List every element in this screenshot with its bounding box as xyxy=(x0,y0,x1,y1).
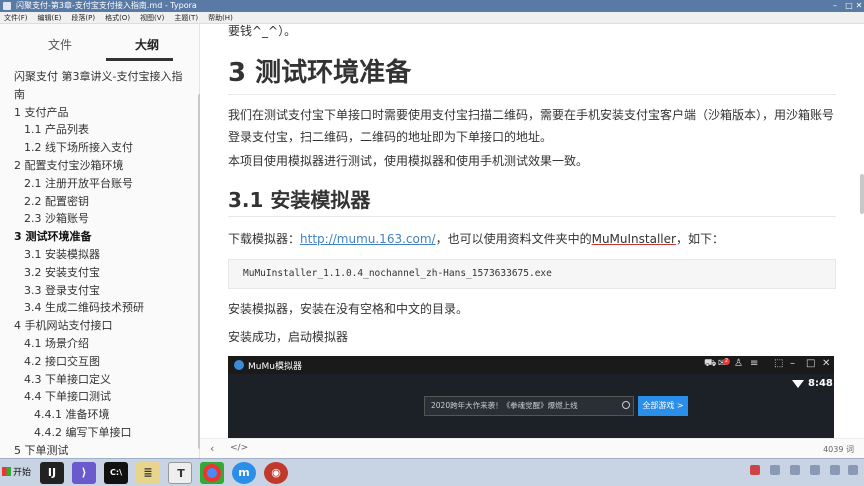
outline-item[interactable]: 4.3 下单接口定义 xyxy=(24,371,111,387)
network-icon[interactable] xyxy=(830,465,840,475)
menu-item[interactable]: 格式(O) xyxy=(105,12,130,24)
notepad-icon[interactable]: ≣ xyxy=(136,462,160,484)
status-bar: ‹ </> 4039 词 xyxy=(200,438,864,458)
outline-item[interactable]: 4 手机网站支付接口 xyxy=(14,317,113,333)
tab-files[interactable]: 文件 xyxy=(48,36,72,53)
mumu-clock: 8:48 xyxy=(808,378,833,389)
paragraph-1: 我们在测试支付宝下单接口时需要使用支付宝扫描二维码，需要在手机安装支付宝客户端（… xyxy=(228,108,835,144)
sidebar: 文件 大纲 闪聚支付 第3章讲义-支付宝接入指南 1 支付产品 1.1 产品列表 1.… xyxy=(0,24,202,458)
outline-item[interactable]: 4.4.1 准备环境 xyxy=(34,406,110,422)
source-code-mode-icon[interactable]: </> xyxy=(230,443,248,453)
outline-item[interactable]: 4.2 接口交互图 xyxy=(24,353,100,369)
tab-active-underline xyxy=(106,58,173,61)
paragraph-5: 安装成功，启动模拟器 xyxy=(228,330,349,344)
menu-item[interactable]: 帮助(H) xyxy=(208,12,233,24)
text-segment: ，如下： xyxy=(675,232,724,246)
editor-scrollbar[interactable] xyxy=(860,174,864,214)
mumu-screenshot-image: MuMu模拟器 ⛟ ✉ 2 ♙ ≡ ⬚ – □ ✕ 8:48 2020跨年大作来… xyxy=(228,356,834,438)
start-label: 开始 xyxy=(13,468,32,478)
outline-item[interactable]: 4.4 下单接口测试 xyxy=(24,388,111,404)
recorder-icon[interactable]: ◉ xyxy=(264,462,288,484)
outline-item[interactable]: 2.2 配置密钥 xyxy=(24,193,89,209)
paragraph-3: 下载模拟器：http://mumu.163.com/，也可以使用资料文件夹中的M… xyxy=(228,228,838,250)
close-icon: ✕ xyxy=(822,358,831,369)
menu-item[interactable]: 视图(V) xyxy=(140,12,164,24)
mumu-search-box: 2020跨年大作来袭！《拳魂觉醒》爆燃上线 xyxy=(424,396,634,416)
editor-pane[interactable]: 要钱^_^）。 3 测试环境准备 我们在测试支付宝下单接口时需要使用支付宝扫描二… xyxy=(200,24,864,438)
outline-item[interactable]: 1 支付产品 xyxy=(14,104,69,120)
intellij-icon[interactable]: IJ xyxy=(40,462,64,484)
typora-app-icon xyxy=(3,2,11,10)
window-title: 闪聚支付-第3章-支付宝支付接入指南.md - Typora xyxy=(16,1,197,10)
mumu-app-name: MuMu模拟器 xyxy=(248,362,302,372)
heading-h1: 3 测试环境准备 xyxy=(228,58,412,88)
menu-item[interactable]: 段落(P) xyxy=(71,12,95,24)
outline-item[interactable]: 2 配置支付宝沙箱环境 xyxy=(14,157,124,173)
typora-icon[interactable]: T xyxy=(168,462,192,484)
text-segment: ，也可以使用资料文件夹中的 xyxy=(435,232,592,246)
menu-bar: 文件(F) 编辑(E) 段落(P) 格式(O) 视图(V) 主题(T) 帮助(H) xyxy=(0,12,864,24)
code-block[interactable]: MuMuInstaller_1.1.0.4_nochannel_zh-Hans_… xyxy=(228,259,836,289)
os-taskbar: 开始 IJ ⟩ C:\ ≣ T m ◉ xyxy=(0,458,864,486)
outline-item[interactable]: 4.4.2 编写下单接口 xyxy=(34,424,132,440)
outline-item[interactable]: 3.4 生成二维码技术预研 xyxy=(24,299,144,315)
terminal-icon[interactable]: C:\ xyxy=(104,462,128,484)
notification-badge: 2 xyxy=(723,358,730,365)
mumu-link[interactable]: http://mumu.163.com/ xyxy=(300,232,436,246)
windows-logo-icon xyxy=(2,467,11,476)
outline-item[interactable]: 南 xyxy=(14,86,25,102)
heading-divider xyxy=(228,216,836,217)
tray-icon[interactable] xyxy=(848,465,858,475)
minimize-icon: – xyxy=(790,358,795,369)
installer-name: MuMuInstaller xyxy=(591,232,676,246)
outline-item[interactable]: 4.1 场景介绍 xyxy=(24,335,89,351)
download-text: 下载模拟器： xyxy=(228,232,301,246)
heading-h2: 3.1 安装模拟器 xyxy=(228,188,371,212)
menu-item[interactable]: 文件(F) xyxy=(4,12,28,24)
minimize-icon[interactable]: – xyxy=(828,0,842,12)
word-count[interactable]: 4039 词 xyxy=(823,444,854,455)
menu-item[interactable]: 编辑(E) xyxy=(38,12,62,24)
chrome-icon[interactable] xyxy=(200,462,224,484)
outline-item[interactable]: 2.1 注册开放平台账号 xyxy=(24,175,133,191)
cart-icon: ⛟ xyxy=(704,358,717,369)
tray-icon[interactable] xyxy=(750,465,760,475)
wifi-icon xyxy=(792,380,804,388)
start-button[interactable]: 开始 xyxy=(2,465,31,478)
tray-icon[interactable] xyxy=(770,465,780,475)
outline-item[interactable]: 闪聚支付 第3章讲义-支付宝接入指 xyxy=(14,68,182,84)
screenshot-icon: ⬚ xyxy=(774,358,784,369)
outline-item[interactable]: 3 测试环境准备 xyxy=(14,228,91,244)
menu-icon: ≡ xyxy=(750,358,759,369)
app-icon[interactable]: ⟩ xyxy=(72,462,96,484)
mumu-icon[interactable]: m xyxy=(232,462,256,484)
all-games-button: 全部游戏 > xyxy=(638,396,688,416)
mumu-logo-icon xyxy=(234,360,244,370)
menu-item[interactable]: 主题(T) xyxy=(174,12,198,24)
volume-icon[interactable] xyxy=(810,465,820,475)
search-icon xyxy=(622,401,630,409)
mumu-title-bar xyxy=(228,356,834,374)
paragraph-2: 本项目使用模拟器进行测试，使用模拟器和使用手机测试效果一致。 xyxy=(228,154,589,168)
window-title-bar: 闪聚支付-第3章-支付宝支付接入指南.md - Typora – □ ✕ xyxy=(0,0,864,12)
outline-item[interactable]: 1.2 线下场所接入支付 xyxy=(24,139,133,155)
paragraph-4: 安装模拟器，安装在没有空格和中文的目录。 xyxy=(228,302,469,316)
maximize-icon: □ xyxy=(806,358,816,369)
paragraph-fragment: 要钱^_^）。 xyxy=(228,24,297,38)
tab-outline[interactable]: 大纲 xyxy=(135,36,159,53)
outline-item[interactable]: 3.2 安装支付宝 xyxy=(24,264,100,280)
outline-item[interactable]: 5 下单测试 xyxy=(14,442,69,458)
toggle-sidebar-icon[interactable]: ‹ xyxy=(210,442,214,455)
outline-item[interactable]: 2.3 沙箱账号 xyxy=(24,210,89,226)
tray-icon[interactable] xyxy=(790,465,800,475)
heading-divider xyxy=(228,94,836,95)
outline-item[interactable]: 3.3 登录支付宝 xyxy=(24,282,100,298)
outline-item[interactable]: 1.1 产品列表 xyxy=(24,121,89,137)
close-icon[interactable]: ✕ xyxy=(852,0,864,12)
user-icon: ♙ xyxy=(734,358,743,369)
outline-item[interactable]: 3.1 安装模拟器 xyxy=(24,246,100,262)
